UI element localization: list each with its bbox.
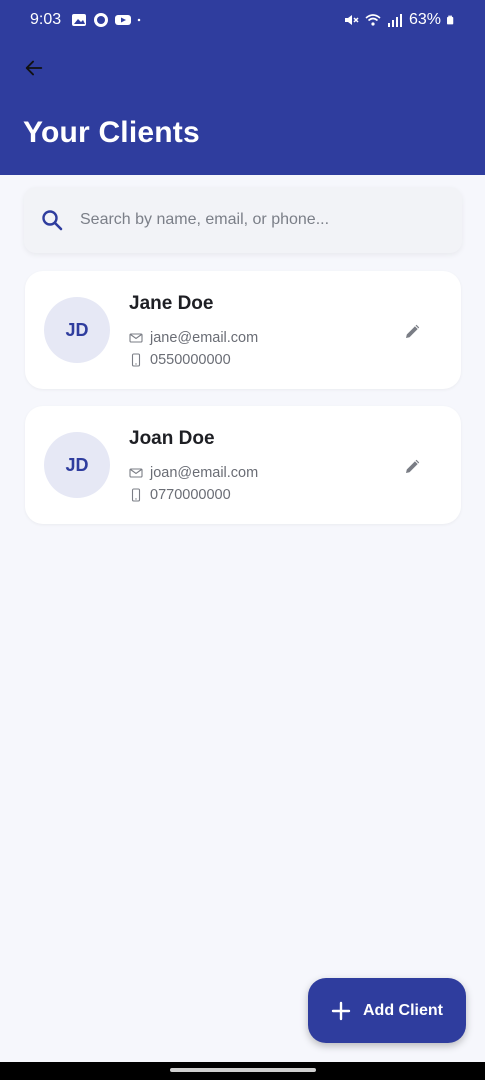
arrow-left-icon [25,60,43,76]
client-email: joan@email.com [150,465,259,481]
page-title: Your Clients [23,116,200,149]
phone-icon [129,353,143,367]
mail-icon [129,466,143,480]
client-phone: 0550000000 [150,352,231,368]
gallery-icon [72,14,87,26]
avatar: JD [44,297,110,363]
pencil-icon [406,324,420,338]
client-name: Jane Doe [129,293,214,314]
plus-icon [331,1001,351,1020]
mail-icon [129,331,143,345]
whatsapp-icon [94,13,109,27]
pencil-icon [406,459,420,473]
client-card[interactable]: JD Jane Doe jane@email.com 0550000000 [25,271,461,389]
client-name: Joan Doe [129,428,215,449]
status-right: 63% [343,11,457,29]
edit-client-button[interactable] [397,315,429,347]
status-time: 9:03 [30,11,62,28]
add-client-label: Add Client [363,1001,443,1019]
edit-client-button[interactable] [397,450,429,482]
client-phone: 0770000000 [150,487,231,503]
battery-percent: 63% [408,11,441,28]
status-left: 9:03 [30,11,145,29]
phone-row: 0770000000 [129,487,231,503]
status-bar: 9:03 63% [0,0,485,40]
wifi-icon [365,14,381,26]
add-client-button[interactable]: Add Client [308,978,466,1043]
app-bar: 9:03 63% Your Clients [0,0,485,175]
youtube-icon [115,15,132,25]
client-email: jane@email.com [150,330,259,346]
dot-icon [137,18,141,22]
system-nav-bar [0,1062,485,1080]
back-button[interactable] [18,52,50,84]
search-icon [42,210,63,231]
phone-icon [129,488,143,502]
client-card[interactable]: JD Joan Doe joan@email.com 0770000000 [25,406,461,524]
email-row: joan@email.com [129,465,258,481]
signal-icon [387,14,402,27]
avatar: JD [44,432,110,498]
search-bar[interactable] [24,187,462,253]
battery-icon [447,15,454,25]
home-handle[interactable] [170,1068,316,1072]
search-input[interactable] [80,211,440,229]
email-row: jane@email.com [129,330,258,346]
mute-icon [344,15,359,25]
phone-row: 0550000000 [129,352,231,368]
